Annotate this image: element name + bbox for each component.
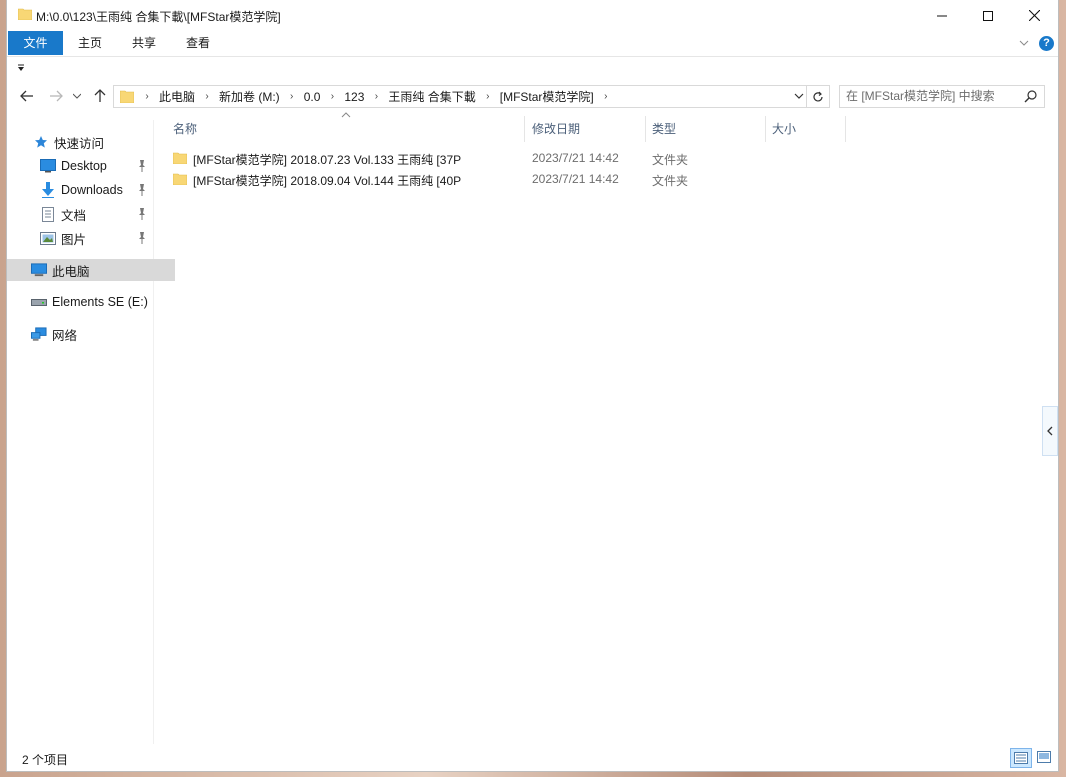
refresh-button[interactable]: [807, 85, 830, 108]
address-bar[interactable]: › 此电脑 › 新加卷 (M:) › 0.0 › 123 › 王雨纯 合集下載 …: [113, 85, 807, 108]
pin-icon[interactable]: [137, 160, 147, 172]
back-button[interactable]: [17, 86, 37, 106]
chevron-right-icon[interactable]: ›: [198, 91, 216, 102]
desktop-icon: [40, 158, 56, 174]
chevron-right-icon[interactable]: ›: [323, 91, 341, 102]
column-header-size[interactable]: 大小: [766, 116, 846, 142]
chevron-right-icon[interactable]: ›: [597, 91, 615, 102]
drive-icon: [31, 294, 47, 310]
file-name: [MFStar模范学院] 2018.09.04 Vol.144 王雨纯 [40P: [193, 174, 462, 188]
tab-file[interactable]: 文件: [8, 31, 63, 55]
folder-icon: [120, 90, 134, 103]
sidebar-item-label: 文档: [61, 208, 87, 223]
picture-icon: [40, 230, 56, 246]
file-date: 2023/7/21 14:42: [532, 172, 619, 186]
breadcrumb-item[interactable]: 新加卷 (M:): [216, 88, 283, 105]
chevron-right-icon[interactable]: ›: [479, 91, 497, 102]
sidebar-item-label: 图片: [61, 232, 87, 247]
file-date: 2023/7/21 14:42: [532, 151, 619, 165]
network-icon: [31, 326, 47, 342]
sidebar-item-label: 快速访问: [54, 136, 105, 151]
item-count: 2 个项目: [22, 753, 69, 767]
breadcrumb: › 此电脑 › 新加卷 (M:) › 0.0 › 123 › 王雨纯 合集下載 …: [138, 86, 615, 107]
help-icon[interactable]: ?: [1039, 36, 1054, 51]
chevron-down-icon: [73, 93, 81, 99]
document-icon: [40, 206, 56, 222]
maximize-button[interactable]: [965, 0, 1011, 31]
column-header-type[interactable]: 类型: [646, 116, 766, 142]
preview-pane-toggle[interactable]: [1042, 406, 1058, 456]
arrow-up-icon: [94, 89, 106, 102]
table-row[interactable]: [MFStar模范学院] 2018.09.04 Vol.144 王雨纯 [40P…: [167, 169, 847, 190]
computer-icon: [31, 262, 47, 278]
folder-icon: [173, 173, 187, 185]
customize-toolbar-icon[interactable]: [16, 63, 26, 73]
arrow-right-icon: [50, 90, 63, 102]
large-icons-view-button[interactable]: [1034, 748, 1054, 766]
sidebar-item-quick-access[interactable]: 快速访问: [7, 131, 177, 153]
search-box: [839, 85, 1045, 108]
navigation-bar: › 此电脑 › 新加卷 (M:) › 0.0 › 123 › 王雨纯 合集下載 …: [7, 80, 1058, 112]
breadcrumb-item[interactable]: 此电脑: [156, 88, 198, 105]
recent-locations-button[interactable]: [70, 86, 84, 106]
file-list: 名称 修改日期 类型 大小 [MFStar模范学院] 2018.07.23 Vo…: [155, 112, 1035, 744]
search-input[interactable]: [846, 88, 1016, 104]
chevron-left-icon: [1047, 426, 1053, 436]
minimize-button[interactable]: [919, 0, 965, 31]
details-view-button[interactable]: [1010, 748, 1032, 768]
up-button[interactable]: [90, 86, 110, 106]
chevron-down-icon[interactable]: [794, 91, 804, 101]
column-header-name[interactable]: 名称: [167, 116, 525, 142]
chevron-right-icon[interactable]: ›: [367, 91, 385, 102]
sidebar-item-this-pc[interactable]: 此电脑: [7, 259, 175, 281]
file-type: 文件夹: [652, 174, 689, 188]
pin-icon[interactable]: [137, 184, 147, 196]
breadcrumb-item[interactable]: [MFStar模范学院]: [497, 88, 597, 105]
navigation-pane: 快速访问 Desktop Downloads 文档 图片 此电脑 Element…: [7, 120, 175, 744]
title-bar: M:\0.0\123\王雨纯 合集下載\[MFStar模范学院]: [7, 0, 1058, 31]
sidebar-item-label: Downloads: [61, 183, 123, 197]
sidebar-item-label: Desktop: [61, 159, 107, 173]
ribbon-expand-icon[interactable]: [1019, 38, 1029, 48]
window-title: M:\0.0\123\王雨纯 合集下載\[MFStar模范学院]: [36, 10, 281, 24]
download-icon: [40, 182, 56, 198]
status-bar: 2 个项目: [7, 745, 1058, 771]
explorer-window: M:\0.0\123\王雨纯 合集下載\[MFStar模范学院] 文件 主页 共…: [7, 0, 1058, 771]
sidebar-item-label: 此电脑: [52, 264, 90, 279]
maximize-icon: [983, 10, 993, 21]
breadcrumb-item[interactable]: 123: [341, 90, 367, 104]
file-type: 文件夹: [652, 153, 689, 167]
file-name: [MFStar模范学院] 2018.07.23 Vol.133 王雨纯 [37P: [193, 153, 462, 167]
arrow-left-icon: [20, 90, 33, 102]
refresh-icon: [813, 91, 823, 101]
pin-icon[interactable]: [137, 208, 147, 220]
breadcrumb-item[interactable]: 王雨纯 合集下載: [385, 88, 478, 105]
breadcrumb-item[interactable]: 0.0: [301, 90, 324, 104]
sidebar-item-elements-drive[interactable]: Elements SE (E:): [7, 291, 175, 313]
chevron-right-icon[interactable]: ›: [283, 91, 301, 102]
details-view-icon: [1014, 752, 1028, 764]
chevron-right-icon[interactable]: ›: [138, 91, 156, 102]
forward-button[interactable]: [46, 86, 66, 106]
sidebar-item-label: Elements SE (E:): [52, 295, 148, 309]
tab-home[interactable]: 主页: [63, 31, 117, 55]
ribbon-tabs: 文件 主页 共享 查看 ?: [7, 31, 1058, 55]
tab-view[interactable]: 查看: [171, 31, 225, 55]
quick-access-toolbar: [7, 56, 1058, 79]
large-icons-view-icon: [1037, 751, 1051, 763]
folder-icon: [173, 152, 187, 164]
column-header-date[interactable]: 修改日期: [526, 116, 646, 142]
tab-share[interactable]: 共享: [117, 31, 171, 55]
search-icon[interactable]: [1024, 89, 1038, 103]
sidebar-item-label: 网络: [52, 328, 78, 343]
minimize-icon: [937, 15, 947, 16]
table-row[interactable]: [MFStar模范学院] 2018.07.23 Vol.133 王雨纯 [37P…: [167, 148, 847, 169]
sidebar-item-network[interactable]: 网络: [7, 323, 175, 345]
folder-icon: [18, 8, 32, 20]
star-icon: [33, 134, 49, 150]
close-icon: [1028, 10, 1040, 21]
pin-icon[interactable]: [137, 232, 147, 244]
close-button[interactable]: [1011, 0, 1057, 31]
